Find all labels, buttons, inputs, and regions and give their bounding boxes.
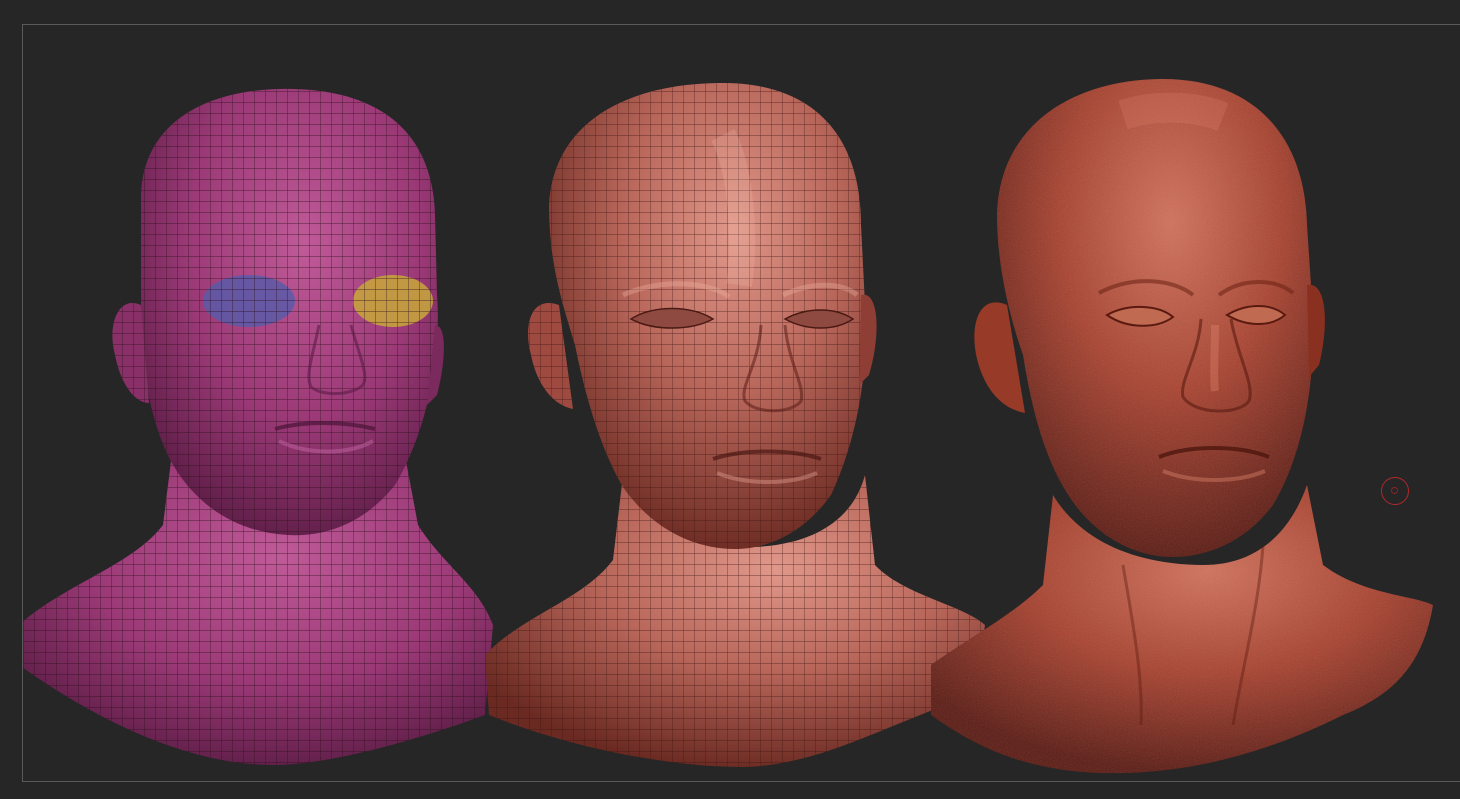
- right-ear-sculpt: [1307, 284, 1325, 377]
- viewport-scene: [23, 79, 1433, 774]
- brush-cursor-icon: [1381, 477, 1409, 505]
- zbrush-app: [0, 0, 1460, 799]
- head-model-wireframe[interactable]: [485, 83, 985, 767]
- head-model-sculpt[interactable]: [931, 79, 1433, 774]
- head-model-polygroups[interactable]: [23, 88, 493, 765]
- canvas-viewport[interactable]: [22, 24, 1460, 782]
- right-ear-mesh: [859, 294, 877, 385]
